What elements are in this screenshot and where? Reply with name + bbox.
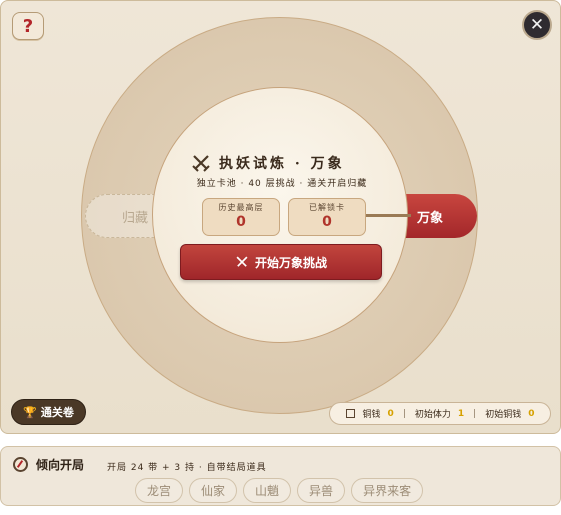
tendency-chip[interactable]: 异兽 [297, 478, 346, 503]
stat-value: 0 [322, 214, 332, 230]
resource-label: 初始体力 [414, 410, 451, 420]
resource-value: 0 [387, 408, 394, 419]
stat-highest-floor: 历史最高层 0 [202, 198, 280, 236]
tendency-chip[interactable]: 异界来客 [351, 478, 424, 503]
tendency-chip[interactable]: 仙家 [189, 478, 238, 503]
coin-icon [345, 409, 355, 418]
resource-value: 1 [457, 408, 465, 419]
trophy-icon: 🏆 [23, 405, 37, 419]
trial-panel: ? ✕ 归藏 万象 执妖试炼 · 万象 独立卡池 · 40 层挑战 · 通关开启… [0, 0, 561, 434]
help-icon: ? [22, 15, 34, 37]
stat-label: 历史最高层 [218, 203, 264, 212]
tendency-subtitle: 开局 24 带 + 3 持 · 自带结局道具 [107, 463, 267, 473]
divider: | [402, 408, 406, 419]
challenge-subtitle: 独立卡池 · 40 层挑战 · 通关开启归藏 [196, 179, 368, 189]
crossed-swords-icon [236, 256, 248, 267]
stat-value: 0 [236, 214, 246, 230]
pass-scroll-button[interactable]: 🏆 通关卷 [11, 399, 86, 425]
mode-option-label: 归藏 [122, 210, 149, 226]
resource-label: 铜钱 [362, 410, 381, 420]
tendency-options: 龙宫 仙家 山魈 异兽 异界来客 [135, 478, 424, 503]
pass-scroll-label: 通关卷 [40, 406, 74, 419]
tendency-panel: 倾向开局 开局 24 带 + 3 持 · 自带结局道具 龙宫 仙家 山魈 异兽 … [0, 446, 561, 506]
compass-icon [13, 457, 28, 472]
challenge-title-row: 执妖试炼 · 万象 [191, 152, 381, 174]
tendency-header: 倾向开局 [13, 456, 84, 473]
tendency-chip[interactable]: 龙宫 [135, 478, 184, 503]
divider: | [473, 408, 477, 419]
resource-value: 0 [528, 408, 535, 419]
close-icon: ✕ [529, 15, 545, 35]
tendency-title: 倾向开局 [36, 458, 85, 472]
close-button[interactable]: ✕ [522, 10, 552, 40]
stat-label: 已解锁卡 [309, 203, 345, 212]
help-button[interactable]: ? [12, 12, 44, 40]
challenge-title: 执妖试炼 · 万象 [219, 156, 345, 172]
start-challenge-button[interactable]: 开始万象挑战 [180, 244, 382, 280]
resource-label: 初始铜钱 [485, 410, 522, 420]
start-challenge-label: 开始万象挑战 [254, 255, 327, 270]
resource-bar: 铜钱 0 | 初始体力 1 | 初始铜钱 0 [329, 402, 551, 425]
mode-option-label: 万象 [417, 210, 444, 226]
stat-unlocked-cards: 已解锁卡 0 [288, 198, 366, 236]
tendency-chip[interactable]: 山魈 [243, 478, 292, 503]
crossed-swords-icon [192, 155, 210, 172]
